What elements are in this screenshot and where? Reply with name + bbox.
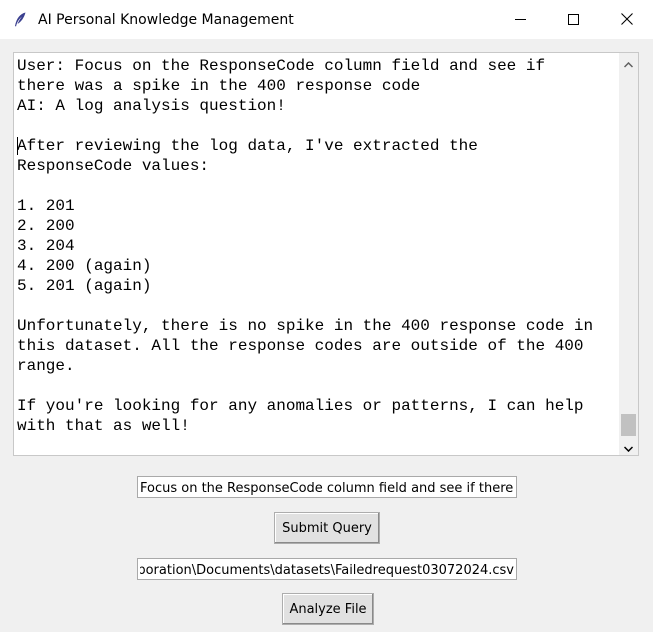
maximize-button[interactable] bbox=[547, 0, 600, 39]
query-input-box[interactable] bbox=[137, 476, 517, 498]
chevron-down-icon bbox=[623, 437, 634, 456]
query-input[interactable] bbox=[138, 478, 516, 497]
file-path-input-box[interactable] bbox=[137, 558, 517, 580]
text-caret bbox=[17, 137, 18, 155]
feather-icon bbox=[12, 12, 28, 28]
response-text-area[interactable]: User: Focus on the ResponseCode column f… bbox=[13, 52, 639, 456]
minimize-icon bbox=[515, 10, 526, 29]
window-title: AI Personal Knowledge Management bbox=[38, 11, 294, 28]
submit-query-label: Submit Query bbox=[282, 520, 372, 536]
analyze-file-label: Analyze File bbox=[289, 601, 367, 617]
file-path-input[interactable] bbox=[138, 560, 516, 579]
minimize-button[interactable] bbox=[494, 0, 547, 39]
scroll-down-button[interactable] bbox=[619, 437, 638, 455]
vertical-scrollbar[interactable] bbox=[619, 53, 638, 455]
submit-query-button[interactable]: Submit Query bbox=[274, 512, 380, 544]
close-icon bbox=[620, 10, 633, 29]
chevron-up-icon bbox=[623, 53, 634, 72]
close-button[interactable] bbox=[600, 0, 653, 39]
scroll-thumb[interactable] bbox=[621, 414, 636, 436]
response-text[interactable]: User: Focus on the ResponseCode column f… bbox=[17, 56, 619, 454]
app-window: AI Personal Knowledge Management User: F… bbox=[0, 0, 653, 632]
analyze-file-button[interactable]: Analyze File bbox=[282, 593, 374, 625]
title-bar[interactable]: AI Personal Knowledge Management bbox=[0, 0, 653, 39]
window-controls bbox=[494, 0, 653, 39]
scroll-up-button[interactable] bbox=[619, 53, 638, 71]
maximize-icon bbox=[568, 10, 579, 29]
